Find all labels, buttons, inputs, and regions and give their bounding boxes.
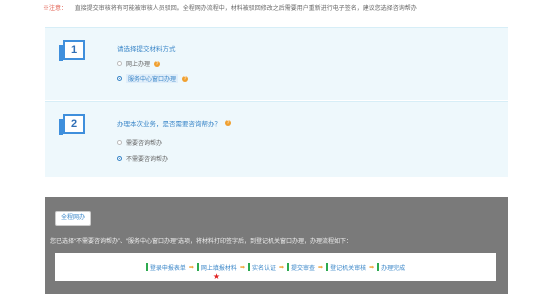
option-window[interactable]: 服务中心窗口办理 ?	[117, 74, 189, 83]
flow-step-login: 登录申报表单	[145, 263, 186, 272]
radio-online[interactable]	[117, 61, 122, 66]
arrow-right-icon: ➡	[318, 264, 324, 271]
step2-number: 2	[59, 114, 85, 135]
help-icon[interactable]: ?	[182, 75, 189, 82]
radio-need-help[interactable]	[117, 140, 122, 145]
radio-no-help[interactable]	[117, 156, 122, 161]
step2-panel: 2 办理本次业务，是否需要咨询帮办？ ? 需要咨询帮办 不需要咨询帮办	[45, 101, 508, 177]
arrow-right-icon: ➡	[369, 264, 375, 271]
process-description: 您已选择“不需要咨询帮办”、“服务中心窗口办理”选项，将材料打印签字后，到登记机…	[50, 239, 352, 245]
option-online[interactable]: 网上办理 ?	[117, 59, 161, 68]
option-no-help-label: 不需要咨询帮办	[126, 157, 169, 163]
flow-step-done: 办理完成	[377, 263, 405, 272]
flow-step-review: 登记机关审核	[326, 263, 366, 272]
step2-question: 办理本次业务，是否需要咨询帮办？	[117, 121, 221, 128]
help-icon[interactable]: ?	[154, 60, 161, 67]
full-online-button[interactable]: 全程网办	[55, 211, 92, 226]
step1-question: 请选择提交材料方式	[117, 46, 176, 53]
notice-tag: ※注意：	[43, 6, 68, 12]
option-window-label: 服务中心窗口办理	[126, 74, 179, 83]
arrow-right-icon: ➡	[239, 264, 245, 271]
process-panel: 全程网办 您已选择“不需要咨询帮办”、“服务中心窗口办理”选项，将材料打印签字后…	[45, 197, 508, 294]
notice-line: ※注意： 直接提交审核将有可能被审核人员驳回。全程网办流程中，材料被驳回修改之后…	[43, 5, 533, 13]
process-flow: 登录申报表单 ➡ 网上填报材料 ★ ➡ 实名认证 ➡ 提交审查 ➡ 登记机关审核 …	[55, 253, 496, 281]
arrow-right-icon: ➡	[278, 264, 285, 271]
step2-question-row: 办理本次业务，是否需要咨询帮办？ ?	[117, 118, 231, 128]
step1-number: 1	[59, 40, 85, 61]
radio-window[interactable]	[117, 76, 122, 81]
step1-panel: 1 请选择提交材料方式 网上办理 ? 服务中心窗口办理 ?	[45, 27, 508, 100]
option-need-help[interactable]: 需要咨询帮办	[117, 138, 162, 147]
flow-step-fill: 网上填报材料 ★	[196, 263, 237, 281]
option-no-help[interactable]: 不需要咨询帮办	[117, 154, 168, 163]
flow-step-auth: 实名认证	[247, 263, 276, 272]
option-online-label: 网上办理	[126, 62, 151, 68]
notice-text: 直接提交审核将有可能被审核人员驳回。全程网办流程中，材料被驳回修改之后需要用户重…	[74, 6, 417, 12]
arrow-right-icon: ➡	[188, 264, 194, 271]
flow-step-submit: 提交审查	[287, 263, 315, 272]
option-need-help-label: 需要咨询帮办	[126, 141, 163, 147]
star-icon: ★	[212, 271, 221, 281]
help-icon[interactable]: ?	[225, 120, 231, 126]
